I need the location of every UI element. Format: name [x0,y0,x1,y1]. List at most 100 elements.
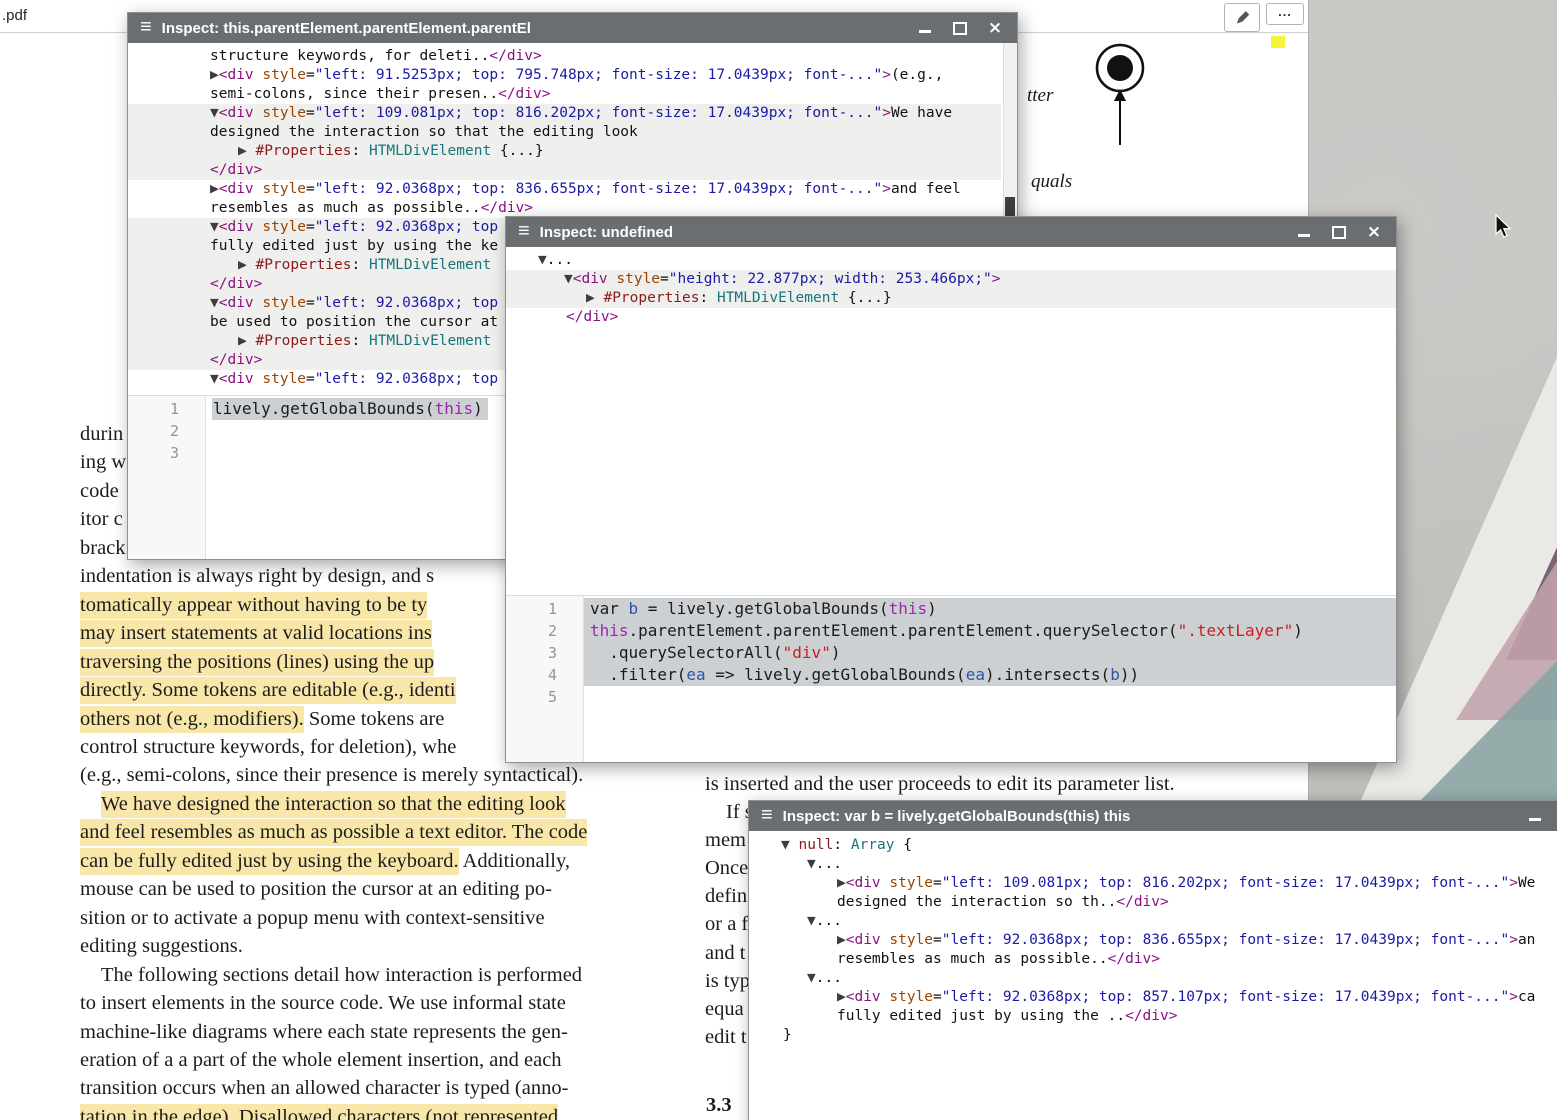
window-titlebar[interactable]: ≡ Inspect: this.parentElement.parentElem… [128,13,1017,43]
dom-tree-row[interactable]: </div> [128,161,1001,180]
pdf-text: eration of a a part of the whole element… [80,1049,562,1071]
close-button[interactable]: × [1366,224,1382,240]
text-segment: <div [219,219,263,235]
text-segment: style [262,181,306,197]
disclosure-arrow-icon[interactable]: ▶ [837,989,846,1005]
pdf-text-line: We have designed the interaction so that… [80,790,680,818]
minimize-button[interactable] [1527,808,1543,824]
window-titlebar[interactable]: ≡ Inspect: var b = lively.getGlobalBound… [749,801,1557,831]
edit-annotate-button[interactable] [1224,3,1260,32]
dom-tree-row[interactable]: ▶ #Properties: HTMLDivElement {...} [506,289,1396,308]
figure-label: quals [1031,171,1072,193]
text-segment: "left: 92.0368px; top: 836.655px; font-s… [942,932,1509,948]
dom-tree-row[interactable]: designed the interaction so th..</div> [749,893,1557,912]
text-segment: an [1518,932,1535,948]
disclosure-arrow-icon[interactable]: ▼ [564,271,573,287]
pdf-text-line: transition occurs when an allowed charac… [80,1074,680,1102]
pdf-text-line: eration of a a part of the whole element… [80,1046,680,1074]
code-line[interactable]: this.parentElement.parentElement.parentE… [584,620,1396,642]
dom-tree-row[interactable]: fully edited just by using the ..</div> [749,1007,1557,1026]
disclosure-arrow-icon[interactable]: ▼ [210,371,219,387]
pdf-text: mem [705,829,746,851]
more-options-button[interactable]: ... [1266,3,1304,25]
dom-tree-row[interactable]: ▶ #Properties: HTMLDivElement {...} [128,142,1001,161]
pdf-text: mouse can be used to position the cursor… [80,878,552,900]
dom-tree-row[interactable]: </div> [506,308,1396,327]
text-segment: ) [831,643,841,662]
disclosure-arrow-icon[interactable]: ▶ [238,333,255,349]
disclosure-arrow-icon[interactable]: ▶ [238,257,255,273]
dom-tree-row[interactable]: semi-colons, since their presen..</div> [128,85,1001,104]
pdf-text: ing w [80,451,126,473]
disclosure-arrow-icon[interactable]: ▼ [781,837,798,853]
dom-tree-row[interactable]: structure keywords, for deleti..</div> [128,47,1001,66]
disclosure-arrow-icon[interactable]: ▶ [586,290,603,306]
highlight-color-swatch[interactable] [1271,36,1285,48]
disclosure-arrow-icon[interactable]: ▶ [210,67,219,83]
dom-tree-row[interactable]: ▶<div style="left: 92.0368px; top: 836.6… [749,931,1557,950]
dom-tree-row[interactable]: designed the interaction so that the edi… [128,123,1001,142]
dom-tree-row[interactable]: ▼ null: Array { [749,836,1557,855]
disclosure-arrow-icon[interactable]: ▶ [210,181,219,197]
text-segment: </div> [210,276,262,292]
dom-tree-row[interactable]: resembles as much as possible..</div> [749,950,1557,969]
dom-tree-row[interactable]: ▼... [749,855,1557,874]
disclosure-arrow-icon[interactable]: ▼ [807,913,816,929]
text-segment: = [933,989,942,1005]
text-segment: <div [573,271,617,287]
text-segment: HTMLDivElement [717,290,839,306]
disclosure-arrow-icon[interactable]: ▶ [837,875,846,891]
dom-tree-row[interactable]: ▼... [749,912,1557,931]
disclosure-arrow-icon[interactable]: ▼ [210,219,219,235]
text-segment: ".textLayer" [1178,621,1294,640]
code-line[interactable] [584,686,1396,708]
text-segment: = [306,219,315,235]
dom-tree-row[interactable]: ▶<div style="left: 92.0368px; top: 857.1… [749,988,1557,1007]
text-segment: : [352,143,369,159]
text-segment: <div [219,181,263,197]
window-menu-icon[interactable]: ≡ [140,17,152,37]
maximize-button[interactable] [1331,224,1347,240]
disclosure-arrow-icon[interactable]: ▼ [538,252,547,268]
code-line[interactable]: .filter(ea => lively.getGlobalBounds(ea)… [584,664,1396,686]
text-segment: > [1509,875,1518,891]
code-line[interactable]: var b = lively.getGlobalBounds(this) [584,598,1396,620]
text-segment: ... [816,913,842,929]
window-menu-icon[interactable]: ≡ [761,805,773,825]
text-segment: </div> [210,352,262,368]
minimize-button[interactable] [1296,224,1312,240]
pdf-text-line: (e.g., semi-colons, since their presence… [80,761,680,789]
disclosure-arrow-icon[interactable]: ▶ [837,932,846,948]
dom-tree-row[interactable]: ▶<div style="left: 109.081px; top: 816.2… [749,874,1557,893]
minimize-button[interactable] [917,20,933,36]
maximize-icon [1332,226,1346,239]
text-segment: = [306,181,315,197]
text-segment: "height: 22.877px; width: 253.466px;" [669,271,992,287]
dom-tree-row[interactable]: } [749,1026,1557,1045]
text-segment: fully edited just by using the .. [837,1008,1125,1024]
close-button[interactable]: × [987,20,1003,36]
text-segment: var [590,599,629,618]
disclosure-arrow-icon[interactable]: ▶ [238,143,255,159]
code-line[interactable]: .querySelectorAll("div") [584,642,1396,664]
window-menu-icon[interactable]: ≡ [518,221,530,241]
disclosure-arrow-icon[interactable]: ▼ [807,856,816,872]
window-controls: × [917,20,1005,36]
window-titlebar[interactable]: ≡ Inspect: undefined × [506,217,1396,247]
code-editor[interactable]: var b = lively.getGlobalBounds(this)this… [584,596,1396,762]
text-segment: </div> [1125,1008,1177,1024]
disclosure-arrow-icon[interactable]: ▼ [807,970,816,986]
maximize-button[interactable] [952,20,968,36]
text-segment: "div" [783,643,831,662]
disclosure-arrow-icon[interactable]: ▼ [210,295,219,311]
dom-tree-row[interactable]: ▶<div style="left: 91.5253px; top: 795.7… [128,66,1001,85]
dom-tree-row[interactable]: ▼<div style="left: 109.081px; top: 816.2… [128,104,1001,123]
dom-tree-row[interactable]: ▼<div style="height: 22.877px; width: 25… [506,270,1396,289]
dom-tree-row[interactable]: ▼... [749,969,1557,988]
dom-tree-row[interactable]: ▶<div style="left: 92.0368px; top: 836.6… [128,180,1001,199]
disclosure-arrow-icon[interactable]: ▼ [210,105,219,121]
pdf-text: machine-like diagrams where each state r… [80,1021,568,1043]
dom-tree-row[interactable]: ▼... [506,251,1396,270]
pdf-text: transition occurs when an allowed charac… [80,1077,568,1099]
pdf-text-line: mouse can be used to position the cursor… [80,875,680,903]
